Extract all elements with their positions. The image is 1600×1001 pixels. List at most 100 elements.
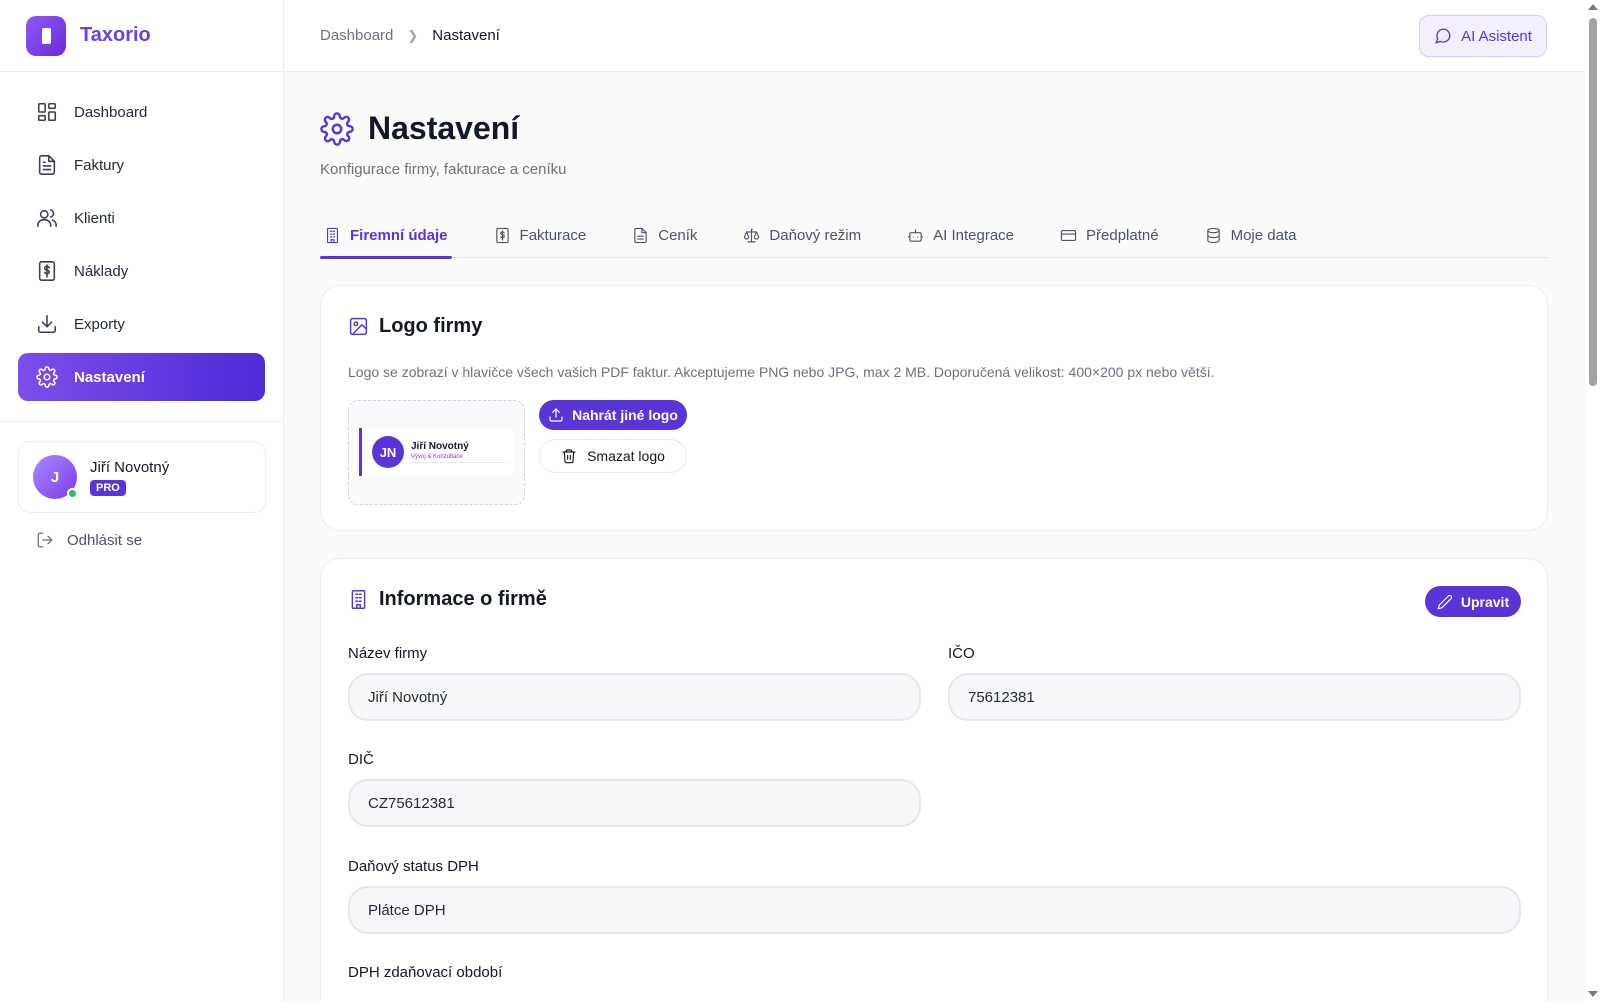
delete-logo-label: Smazat logo (587, 448, 665, 464)
company-info-card: Informace o firmě Upravit Název firmy Ji… (320, 558, 1548, 1001)
gear-icon (320, 111, 354, 146)
download-icon (37, 314, 57, 334)
logout-label: Odhlásit se (67, 531, 143, 549)
credit-card-icon (1060, 229, 1077, 241)
vat-status-field[interactable]: Plátce DPH (348, 886, 1521, 934)
brand-name: Taxorio (80, 24, 151, 46)
ico-field[interactable]: 75612381 (948, 673, 1521, 721)
sidebar-item-label: Faktury (74, 156, 125, 174)
logo-card-title: Logo firmy (379, 315, 483, 337)
dic-field[interactable]: CZ75612381 (348, 779, 921, 827)
logo-preview: JN Jiří Novotný Vývoj & Konzultace (348, 400, 525, 505)
document-icon (634, 227, 647, 243)
page-subtitle: Konfigurace firmy, fakturace a ceníku (320, 161, 567, 178)
tab-fakturace[interactable]: Fakturace (490, 212, 591, 258)
tab-label: AI Integrace (933, 226, 1015, 244)
company-info-title: Informace o firmě (379, 588, 547, 610)
brand[interactable]: Taxorio (0, 0, 283, 72)
chevron-right-icon: ❯ (407, 27, 419, 43)
avatar: J (33, 455, 78, 499)
edit-label: Upravit (1460, 593, 1510, 610)
delete-logo-button[interactable]: Smazat logo (539, 439, 687, 473)
logo-card-header: Logo firmy (348, 315, 482, 338)
logout-button[interactable]: Odhlásit se (36, 531, 142, 549)
scale-icon (744, 228, 760, 242)
tab-predplatne[interactable]: Předplatné (1056, 212, 1163, 258)
page-header: Nastavení (320, 110, 1548, 147)
logo-company-name: Jiří Novotný (411, 441, 469, 452)
settings-tabs: Firemní údaje Fakturace Ceník Daňový rež… (320, 212, 1548, 259)
scrollbar-thumb[interactable] (1589, 18, 1597, 386)
pencil-icon (1437, 594, 1452, 609)
vat-status-label: Daňový status DPH (348, 858, 479, 875)
user-card[interactable]: J Jiří Novotný PRO (18, 441, 266, 513)
upload-logo-button[interactable]: Nahrát jiné logo (539, 400, 687, 430)
sidebar-item-label: Dashboard (74, 103, 148, 121)
robot-icon (907, 228, 924, 242)
sidebar-nav: Dashboard Faktury Klienti Náklady Export… (0, 72, 283, 401)
logout-icon (37, 532, 53, 548)
tab-label: Daňový režim (769, 226, 862, 244)
ai-assistant-button[interactable]: AI Asistent (1419, 15, 1547, 57)
sidebar: Taxorio Dashboard Faktury Klienti Náklad… (0, 0, 284, 1001)
company-info-header: Informace o firmě (348, 588, 547, 611)
company-name-field[interactable]: Jiří Novotný (348, 673, 921, 721)
logo-preview-image: JN Jiří Novotný Vývoj & Konzultace (359, 428, 513, 476)
sidebar-item-faktury[interactable]: Faktury (18, 141, 265, 189)
breadcrumb-current: Nastavení (432, 27, 500, 44)
sidebar-item-label: Exporty (74, 315, 125, 333)
database-icon (1206, 227, 1220, 243)
tab-ai-integrace[interactable]: AI Integrace (903, 212, 1018, 258)
image-icon (349, 317, 368, 336)
upload-logo-label: Nahrát jiné logo (572, 407, 678, 423)
plan-badge: PRO (90, 479, 126, 496)
sidebar-item-label: Nastavení (74, 368, 145, 386)
online-status-dot (67, 488, 78, 499)
tab-label: Fakturace (519, 226, 587, 244)
scroll-down-icon[interactable] (1588, 991, 1598, 997)
sidebar-item-dashboard[interactable]: Dashboard (18, 88, 265, 136)
tab-firemni-udaje[interactable]: Firemní údaje (320, 212, 452, 259)
sidebar-divider (0, 421, 284, 422)
gear-icon (36, 366, 58, 388)
users-icon (37, 209, 57, 228)
tab-label: Předplatné (1086, 226, 1159, 244)
upload-icon (549, 408, 563, 422)
sidebar-item-exporty[interactable]: Exporty (18, 300, 265, 348)
trash-icon (562, 449, 576, 464)
ai-assistant-label: AI Asistent (1461, 27, 1532, 45)
sidebar-item-klienti[interactable]: Klienti (18, 194, 265, 242)
page-title: Nastavení (368, 110, 520, 146)
avatar-initial: J (50, 468, 60, 486)
dic-label: DIČ (348, 751, 374, 768)
sidebar-item-naklady[interactable]: Náklady (18, 247, 265, 295)
sidebar-item-label: Náklady (74, 262, 129, 280)
user-info: Jiří Novotný PRO (90, 459, 169, 496)
sidebar-item-label: Klienti (74, 209, 115, 227)
tab-danovy-rezim[interactable]: Daňový režim (739, 212, 865, 258)
building-icon (326, 227, 339, 243)
receipt-icon (38, 261, 56, 281)
receipt-icon (495, 227, 509, 243)
main-content: Nastavení Konfigurace firmy, fakturace a… (320, 72, 1548, 1001)
vat-period-label: DPH zdaňovací období (348, 964, 503, 981)
sidebar-item-nastaveni[interactable]: Nastavení (18, 353, 265, 401)
dashboard-icon (37, 102, 57, 122)
logo-text: Jiří Novotný Vývoj & Konzultace (411, 441, 507, 463)
page-scrollbar[interactable] (1585, 0, 1600, 1001)
edit-button[interactable]: Upravit (1425, 586, 1521, 617)
scroll-up-icon[interactable] (1588, 4, 1598, 10)
logo-tagline: Vývoj & Konzultace (411, 454, 507, 463)
building-icon (351, 590, 366, 609)
tab-label: Firemní údaje (350, 226, 448, 244)
company-name-label: Název firmy (348, 645, 428, 662)
logo-card: Logo firmy Logo se zobrazí v hlavičce vš… (320, 285, 1548, 531)
tab-moje-data[interactable]: Moje data (1201, 212, 1301, 258)
logo-card-description: Logo se zobrazí v hlavičce všech vašich … (348, 364, 1215, 380)
logo-monogram: JN (372, 436, 404, 468)
tab-cenik[interactable]: Ceník (628, 212, 701, 258)
tab-label: Moje data (1230, 226, 1297, 244)
brand-logo-icon (26, 15, 66, 56)
ico-label: IČO (948, 645, 975, 662)
breadcrumb-dashboard[interactable]: Dashboard (320, 27, 393, 44)
